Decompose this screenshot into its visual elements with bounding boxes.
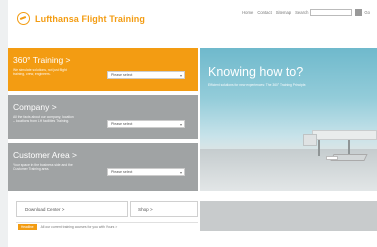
- jet-bridge-support: [318, 140, 320, 156]
- nav-sitemap-link[interactable]: Sitemap: [276, 10, 291, 15]
- search-button[interactable]: [355, 9, 363, 16]
- hero-subline: Efficient solutions for new experiences:…: [208, 83, 307, 87]
- shop-link[interactable]: Shop >: [130, 201, 198, 217]
- training-select-value: Please select: [111, 73, 133, 77]
- crane-logo-icon: [17, 12, 30, 25]
- page: Lufthansa Flight Training Home Contact S…: [8, 0, 377, 247]
- jet-bridge-image: [312, 130, 377, 140]
- nav-search-label: Search: [295, 10, 309, 15]
- chevron-down-icon: ▾: [179, 122, 182, 127]
- customer-select-value: Please select: [111, 170, 133, 174]
- chevron-down-icon: ▾: [179, 170, 182, 175]
- panel-training[interactable]: 360° Training > We simulate solutions, n…: [8, 48, 198, 91]
- news-ticker: Headline All our current training course…: [16, 222, 198, 231]
- panel-company-title[interactable]: Company >: [13, 102, 57, 112]
- vehicle-image: [326, 156, 338, 160]
- brand-name: Lufthansa Flight Training: [35, 13, 145, 24]
- panel-training-text: We simulate solutions, not just flight t…: [13, 68, 67, 77]
- download-center-link[interactable]: Download Center >: [16, 201, 128, 217]
- news-badge: Headline: [18, 224, 37, 230]
- company-select-value: Please select: [111, 122, 133, 126]
- news-link[interactable]: All our current training courses for you…: [41, 225, 118, 229]
- panel-customer-area[interactable]: Customer Area > Your space in the busine…: [8, 143, 198, 191]
- panel-training-title[interactable]: 360° Training >: [13, 55, 71, 65]
- go-link[interactable]: Go: [364, 10, 370, 15]
- jet-bridge-support: [348, 140, 350, 154]
- search-input[interactable]: [310, 9, 353, 16]
- hero-headline: Knowing how to?: [208, 65, 304, 79]
- logo[interactable]: Lufthansa Flight Training: [17, 12, 145, 25]
- jet-bridge-head-image: [303, 134, 317, 146]
- training-select[interactable]: Please select ▾: [107, 71, 185, 79]
- nav-contact-link[interactable]: Contact: [257, 10, 271, 15]
- panel-company-text: All the facts about our company, locatio…: [13, 115, 74, 124]
- hero-banner[interactable]: Knowing how to? Efficient solutions for …: [200, 48, 377, 191]
- bottom-promo-area: [200, 201, 377, 231]
- customer-select[interactable]: Please select ▾: [107, 168, 185, 176]
- panel-customer-text: Your space in the business side and the …: [13, 163, 73, 172]
- top-navigation: Home Contact Sitemap Search Go: [238, 9, 370, 16]
- panel-customer-title[interactable]: Customer Area >: [13, 150, 77, 160]
- panel-company[interactable]: Company > All the facts about our compan…: [8, 95, 198, 139]
- company-select[interactable]: Please select ▾: [107, 120, 185, 128]
- nav-home-link[interactable]: Home: [242, 10, 253, 15]
- chevron-down-icon: ▾: [179, 73, 182, 78]
